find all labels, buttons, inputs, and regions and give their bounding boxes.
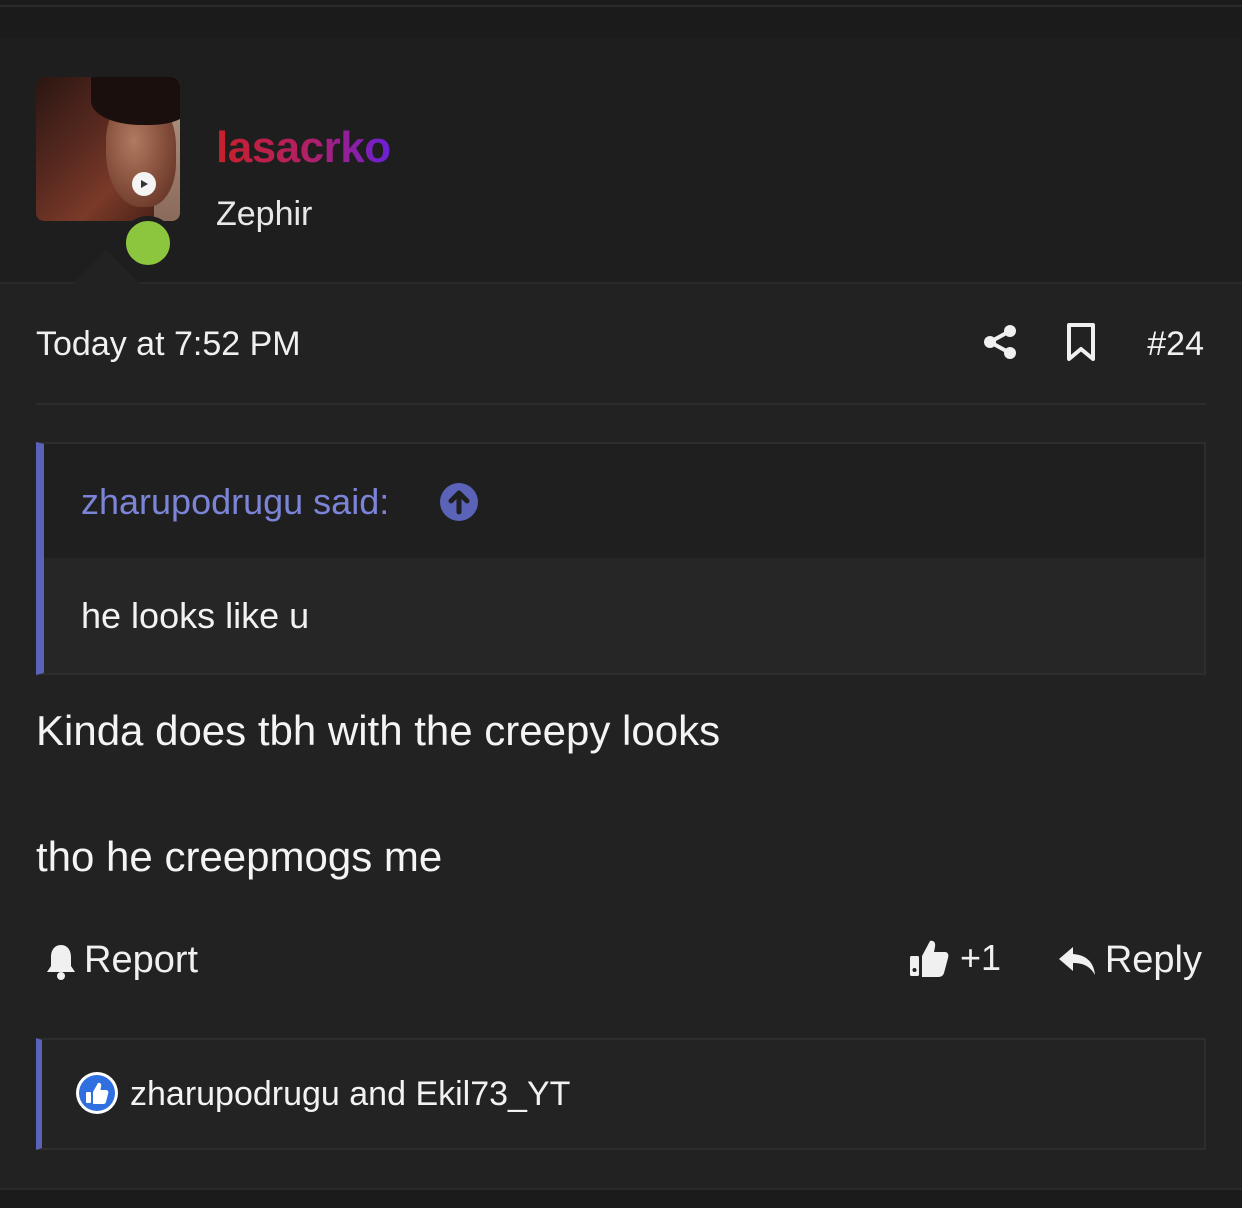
arrow-up-circle-icon[interactable]	[439, 482, 479, 522]
like-button[interactable]: +1	[908, 937, 1001, 979]
avatar-hair	[91, 77, 180, 125]
user-title: Zephir	[216, 195, 313, 233]
thumbs-up-icon	[910, 940, 949, 977]
reply-arrow-icon	[1058, 946, 1095, 975]
message-line: Kinda does tbh with the creepy looks	[36, 707, 721, 754]
post: lasacrko Zephir Today at 7:52 PM #24 zha…	[0, 38, 1242, 1188]
like-reaction-icon	[76, 1072, 118, 1114]
top-divider	[0, 5, 1242, 7]
reply-button[interactable]: Reply	[1057, 939, 1202, 982]
report-label: Report	[84, 939, 199, 981]
reaction-users-link[interactable]: zharupodrugu and Ekil73_YT	[130, 1072, 570, 1116]
username[interactable]: lasacrko	[216, 120, 391, 176]
like-count: +1	[960, 937, 1002, 978]
share-icon[interactable]	[980, 322, 1020, 362]
bookmark-icon[interactable]	[1064, 322, 1098, 362]
quote-body: he looks like u	[81, 595, 310, 636]
top-strip	[0, 0, 1242, 38]
post-number[interactable]: #24	[1147, 322, 1204, 366]
report-button[interactable]: Report	[44, 939, 198, 982]
header-notch	[72, 250, 140, 284]
post-timestamp[interactable]: Today at 7:52 PM	[36, 322, 301, 366]
quote-block: zharupodrugu said: he looks like u	[36, 442, 1206, 675]
meta-divider	[36, 403, 1206, 405]
reply-label: Reply	[1104, 939, 1202, 981]
quote-author-link[interactable]: zharupodrugu said:	[81, 480, 389, 524]
play-icon[interactable]	[132, 172, 156, 196]
bell-icon	[47, 944, 75, 980]
message-line: tho he creepmogs me	[36, 833, 443, 880]
play-triangle-icon	[141, 180, 148, 188]
quote-header: zharupodrugu said:	[44, 444, 1204, 558]
post-actions: Report +1 Reply	[36, 933, 1206, 993]
bottom-strip	[0, 1188, 1242, 1208]
user-header: lasacrko Zephir	[0, 38, 1242, 284]
reactions-bar[interactable]: zharupodrugu and Ekil73_YT	[36, 1038, 1206, 1150]
avatar[interactable]	[36, 77, 180, 221]
post-meta-row: Today at 7:52 PM #24	[36, 318, 1206, 368]
